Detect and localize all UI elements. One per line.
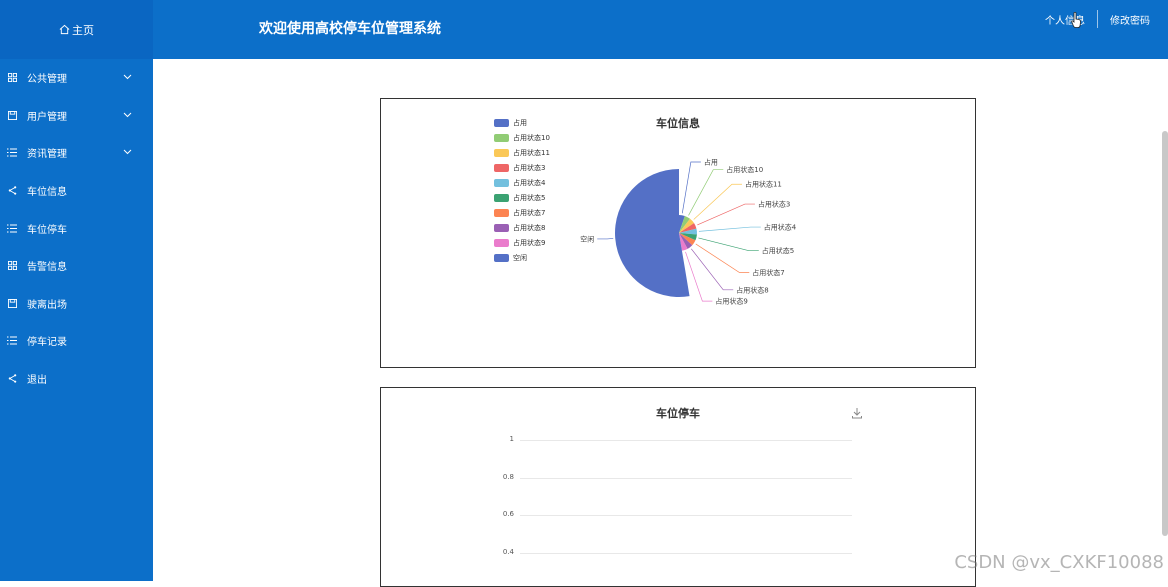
grid-line bbox=[520, 553, 852, 554]
grid-line bbox=[520, 515, 852, 516]
label-line bbox=[685, 252, 712, 301]
save-icon bbox=[7, 110, 17, 120]
sidebar-item[interactable]: 停车记录 bbox=[0, 322, 153, 360]
grid-icon bbox=[7, 73, 17, 83]
sidebar-item[interactable]: 退出 bbox=[0, 360, 153, 398]
sidebar-item-label: 驶离出场 bbox=[27, 296, 67, 311]
top-links: 个人信息 修改密码 bbox=[1045, 10, 1150, 28]
share-icon bbox=[7, 374, 17, 384]
y-tick-label: 1 bbox=[494, 435, 514, 443]
chart-title: 车位停车 bbox=[381, 405, 975, 421]
list-icon bbox=[7, 336, 17, 346]
rose-chart: 占用占用状态10 占用状态11 占用状态3 占用状态4 占用状态5 占用状态7 占用状态8 占… bbox=[381, 99, 977, 369]
slice-label: 占用状态10 bbox=[726, 165, 763, 174]
sidebar-item-label: 停车记录 bbox=[27, 333, 67, 348]
slice-label: 占用状态4 bbox=[764, 223, 797, 232]
list-icon bbox=[7, 223, 17, 233]
share-icon bbox=[7, 186, 17, 196]
y-tick-label: 0.6 bbox=[494, 510, 514, 518]
sidebar-item[interactable]: 告警信息 bbox=[0, 247, 153, 285]
label-line bbox=[694, 184, 742, 219]
save-icon bbox=[7, 298, 17, 308]
home-label: 主页 bbox=[72, 22, 94, 38]
sidebar-item[interactable]: 车位停车 bbox=[0, 209, 153, 247]
sidebar-item[interactable]: 公共管理 bbox=[0, 59, 153, 97]
top-bar: 主页 欢迎使用高校停车位管理系统 个人信息 修改密码 bbox=[0, 0, 1168, 59]
sidebar-item-label: 车位信息 bbox=[27, 183, 67, 198]
mouse-pointer-icon bbox=[1071, 12, 1081, 28]
parking-chart-panel: 车位停车 1 0.8 0.6 0.4 bbox=[380, 387, 976, 587]
y-tick-label: 0.4 bbox=[494, 548, 514, 556]
sidebar-item[interactable]: 驶离出场 bbox=[0, 285, 153, 323]
slice-label: 占用 bbox=[704, 157, 718, 166]
slice-label: 占用状态5 bbox=[762, 246, 794, 255]
label-line bbox=[697, 204, 755, 225]
home-icon bbox=[59, 24, 70, 35]
sidebar: 公共管理用户管理资讯管理车位信息车位停车告警信息驶离出场停车记录退出 bbox=[0, 59, 153, 581]
sidebar-item-label: 退出 bbox=[27, 371, 47, 386]
download-icon[interactable] bbox=[851, 407, 863, 419]
scrollbar[interactable] bbox=[1162, 131, 1168, 536]
sidebar-item-label: 用户管理 bbox=[27, 108, 67, 123]
chevron-down-icon bbox=[123, 147, 133, 157]
sidebar-item-label: 公共管理 bbox=[27, 70, 67, 85]
chevron-down-icon bbox=[123, 110, 133, 120]
watermark: CSDN @vx_CXKF10088 bbox=[954, 552, 1164, 573]
sidebar-item-label: 资讯管理 bbox=[27, 145, 67, 160]
label-line bbox=[698, 238, 758, 251]
grid-line bbox=[520, 440, 852, 441]
home-link[interactable]: 主页 bbox=[0, 0, 153, 59]
label-line bbox=[696, 244, 750, 272]
grid-line bbox=[520, 478, 852, 479]
slice-label: 占用状态8 bbox=[736, 285, 768, 294]
slice-label: 占用状态11 bbox=[745, 180, 782, 189]
slice-label: 占用状态9 bbox=[715, 297, 747, 306]
list-icon bbox=[7, 148, 17, 158]
grid-icon bbox=[7, 261, 17, 271]
chevron-down-icon bbox=[123, 72, 133, 82]
y-tick-label: 0.8 bbox=[494, 473, 514, 481]
label-line bbox=[682, 162, 701, 213]
change-password-link[interactable]: 修改密码 bbox=[1110, 12, 1150, 27]
sidebar-item[interactable]: 资讯管理 bbox=[0, 134, 153, 172]
sidebar-item[interactable]: 车位信息 bbox=[0, 172, 153, 210]
slice-label: 占用状态7 bbox=[752, 268, 784, 277]
slice-label: 空闲 bbox=[580, 234, 594, 243]
app-title: 欢迎使用高校停车位管理系统 bbox=[259, 18, 441, 38]
sidebar-item[interactable]: 用户管理 bbox=[0, 97, 153, 135]
slice-label: 占用状态3 bbox=[758, 200, 790, 209]
sidebar-item-label: 告警信息 bbox=[27, 258, 67, 273]
sidebar-item-label: 车位停车 bbox=[27, 221, 67, 236]
label-line bbox=[699, 227, 761, 231]
pie-slice[interactable] bbox=[615, 169, 690, 297]
divider bbox=[1097, 10, 1098, 28]
parking-info-chart-panel: 车位信息 占用占用状态10占用状态11占用状态3占用状态4占用状态5占用状态7占… bbox=[380, 98, 976, 368]
